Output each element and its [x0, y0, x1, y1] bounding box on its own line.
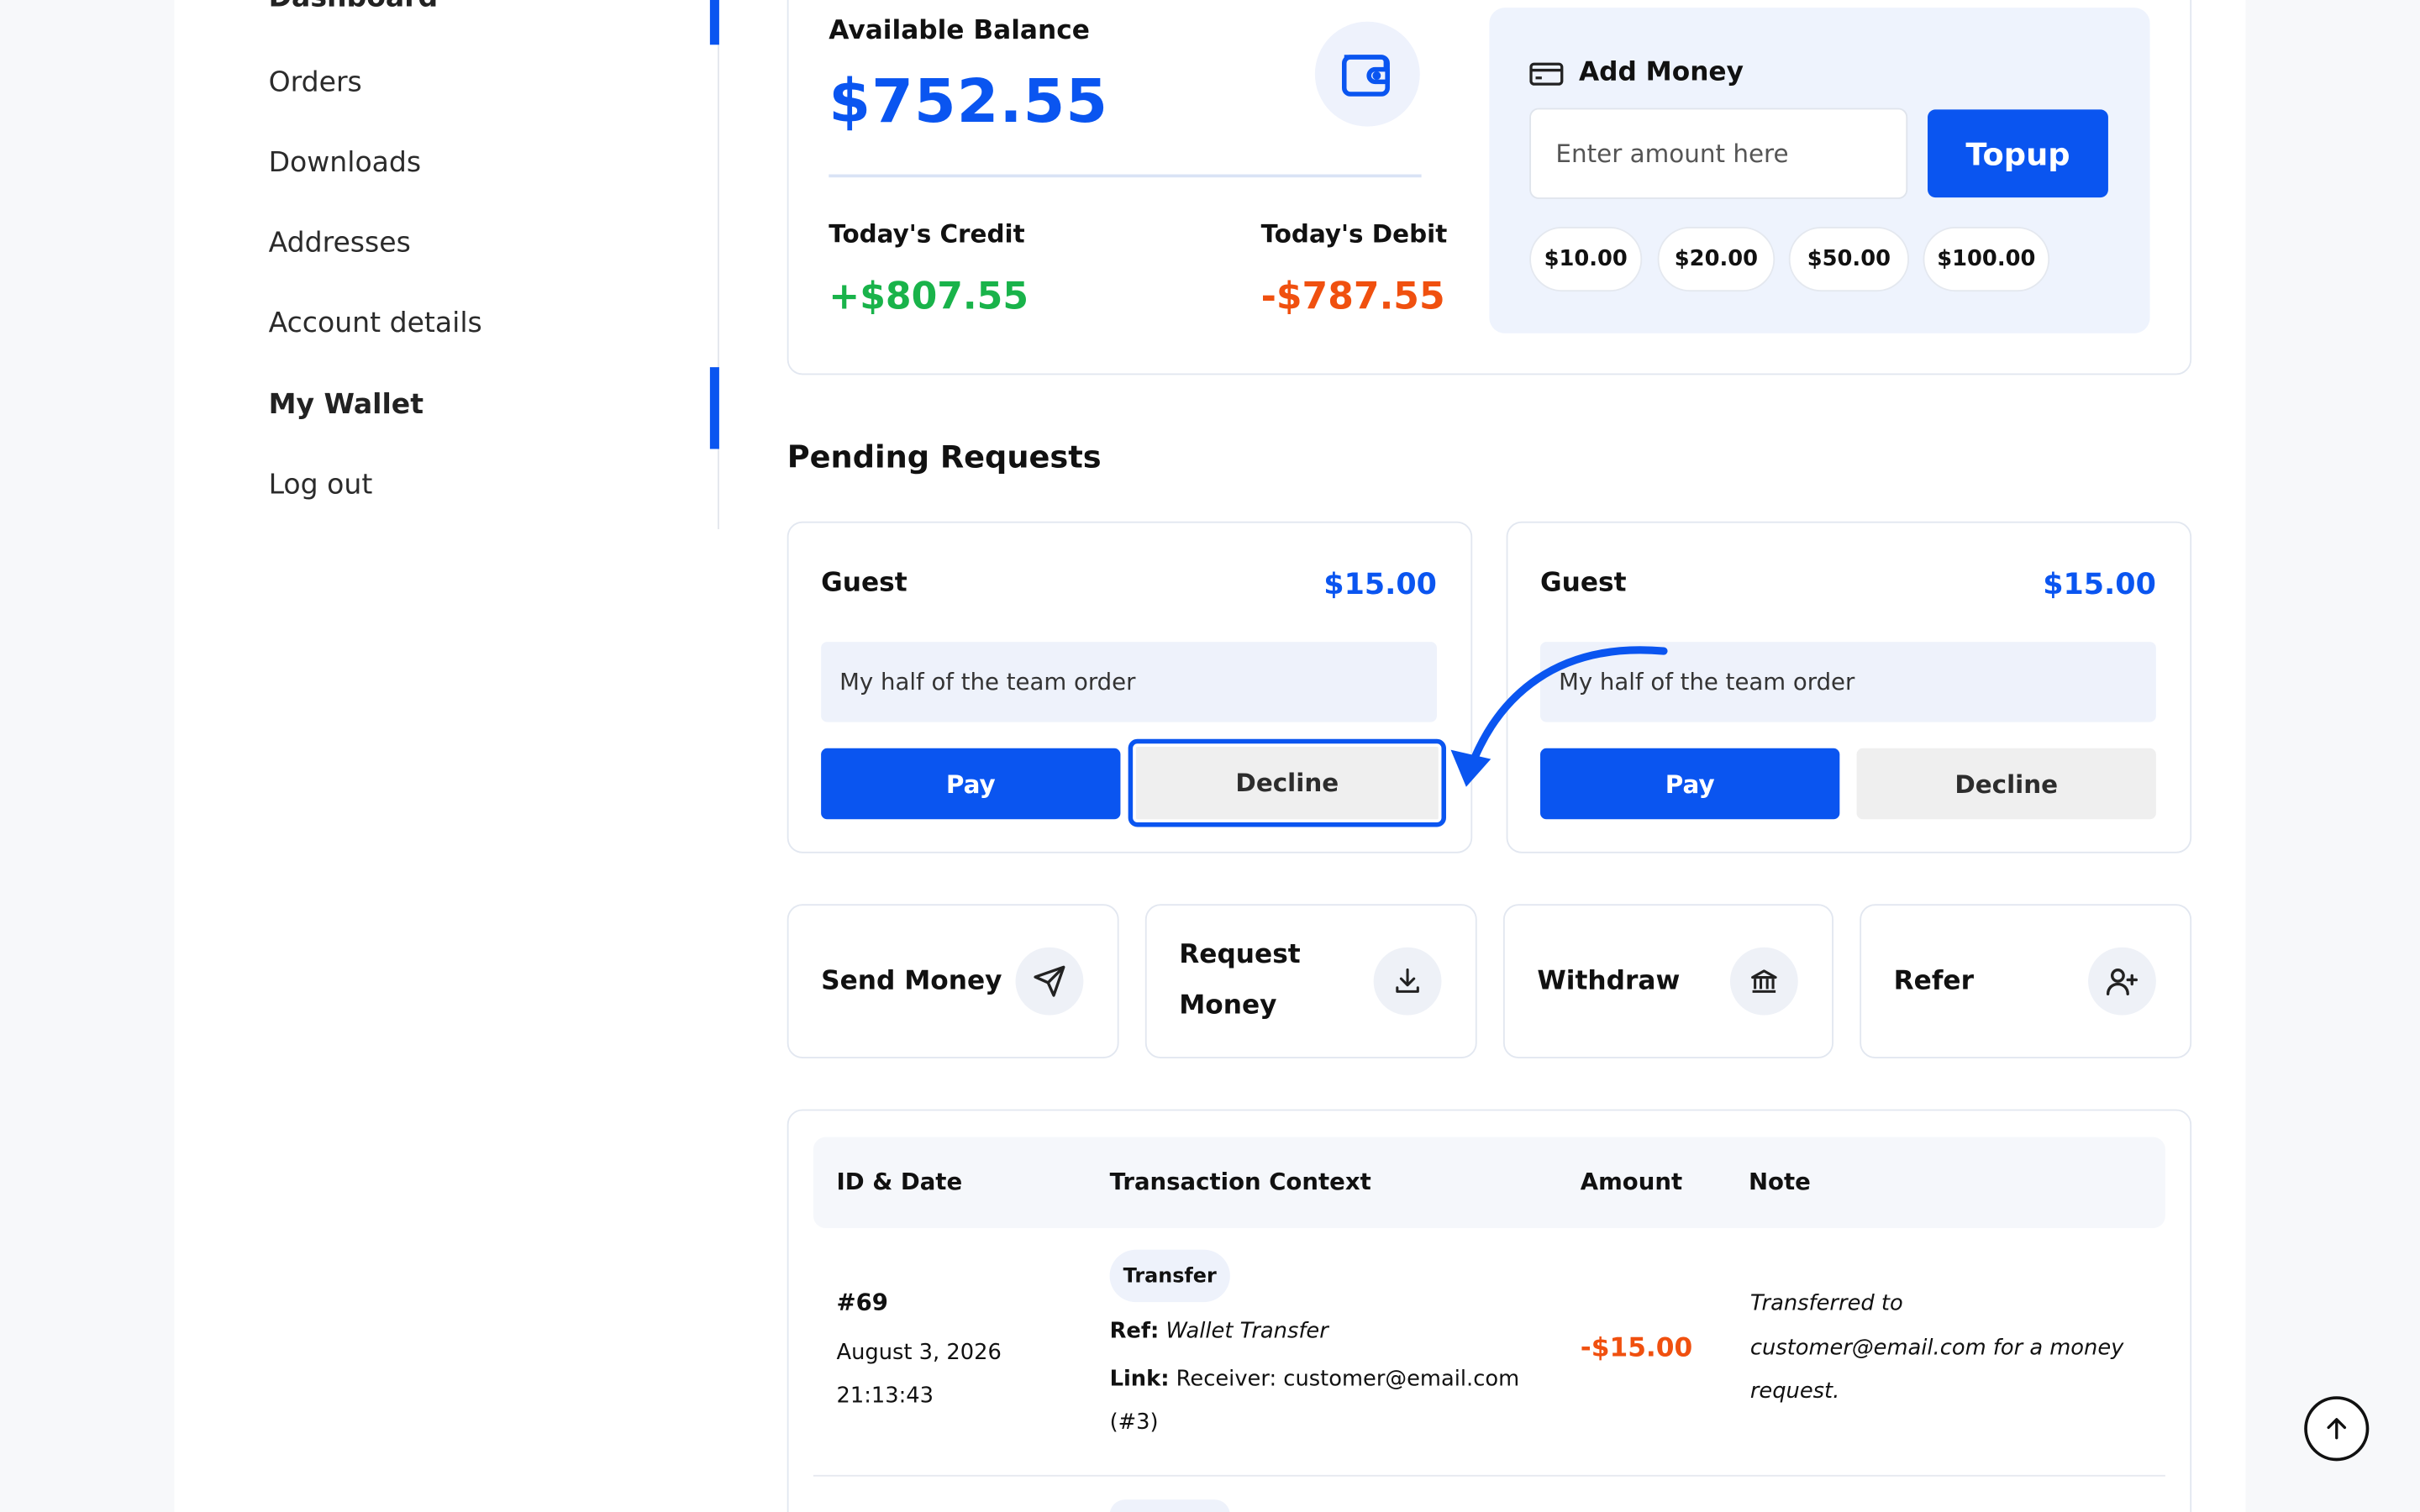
todays-debit-value: -$787.55: [1260, 274, 1445, 318]
preset-amount-10[interactable]: $10.00: [1529, 226, 1643, 292]
sidebar-item-addresses[interactable]: Addresses: [269, 227, 411, 260]
row-divider: [813, 1474, 2165, 1477]
request-amount: $15.00: [1323, 567, 1437, 602]
decline-button[interactable]: Decline: [1856, 748, 2156, 820]
column-header-context: Transaction Context: [1109, 1168, 1371, 1196]
sidebar-marker-active: [709, 367, 719, 449]
send-money-label: Send Money: [821, 965, 1002, 997]
scroll-to-top-button[interactable]: [2304, 1396, 2370, 1462]
annotation-arrow: [1450, 646, 1668, 787]
transaction-type-badge: Transfer: [1109, 1249, 1230, 1303]
wallet-icon: [1314, 21, 1420, 127]
sidebar-item-account-details[interactable]: Account details: [269, 307, 482, 340]
requester-name: Guest: [1540, 567, 1627, 599]
transaction-ref: Ref: Wallet Transfer: [1110, 1319, 1328, 1343]
transaction-note-line2: customer@email.com for a money: [1749, 1336, 2124, 1361]
table-header: [813, 1137, 2165, 1229]
bank-icon: [1729, 947, 1798, 1016]
link-value: Receiver: customer@email.com: [1176, 1367, 1520, 1392]
transaction-note-line1: Transferred to: [1749, 1291, 1903, 1316]
transaction-link: Link: Receiver: customer@email.com: [1110, 1367, 1520, 1391]
ref-label: Ref:: [1109, 1319, 1160, 1344]
column-header-amount: Amount: [1580, 1168, 1683, 1196]
preset-amount-20[interactable]: $20.00: [1657, 226, 1776, 292]
decline-button[interactable]: Decline: [1128, 738, 1446, 827]
sidebar-item-my-wallet[interactable]: My Wallet: [269, 389, 424, 422]
sidebar-marker-dashboard: [709, 0, 719, 45]
requester-name: Guest: [821, 567, 908, 599]
download-icon: [1373, 947, 1442, 1016]
link-label: Link:: [1109, 1367, 1170, 1392]
request-money-label-line1: Request: [1179, 939, 1301, 971]
available-balance-amount: $752.55: [829, 67, 1109, 138]
send-icon: [1015, 947, 1084, 1016]
sidebar-divider: [718, 0, 719, 529]
todays-credit-value: +$807.55: [829, 274, 1029, 318]
add-money-title: Add Money: [1578, 56, 1744, 88]
arrow-up-icon: [2327, 1418, 2347, 1440]
todays-credit-label: Today's Credit: [829, 218, 1025, 249]
withdraw-label: Withdraw: [1537, 965, 1681, 997]
transaction-id: #69: [836, 1288, 888, 1316]
topup-button[interactable]: Topup: [1928, 109, 2108, 198]
sidebar-item-dashboard[interactable]: Dashboard: [269, 0, 439, 14]
pay-button[interactable]: Pay: [821, 748, 1121, 820]
request-amount: $15.00: [2043, 567, 2156, 602]
transaction-amount: -$15.00: [1580, 1332, 1693, 1364]
sidebar-item-downloads[interactable]: Downloads: [269, 146, 422, 179]
user-plus-icon: [2088, 947, 2156, 1016]
column-header-id-date: ID & Date: [836, 1168, 963, 1196]
transaction-time: 21:13:43: [836, 1383, 934, 1409]
ref-value: Wallet Transfer: [1165, 1319, 1328, 1344]
refer-label: Refer: [1893, 965, 1975, 997]
sidebar-item-orders[interactable]: Orders: [269, 66, 362, 99]
sidebar-item-log-out[interactable]: Log out: [269, 469, 373, 501]
todays-debit-label: Today's Debit: [1260, 218, 1448, 249]
pending-requests-title: Pending Requests: [786, 438, 1102, 475]
topup-amount-input[interactable]: [1529, 108, 1908, 199]
request-money-label-line2: Money: [1179, 990, 1277, 1021]
column-header-note: Note: [1748, 1168, 1811, 1196]
transaction-note-line3: request.: [1749, 1379, 1840, 1404]
transaction-date: August 3, 2026: [836, 1341, 1002, 1366]
preset-amount-50[interactable]: $50.00: [1788, 226, 1909, 292]
card-icon: [1529, 61, 1564, 92]
preset-amount-100[interactable]: $100.00: [1923, 226, 2050, 292]
balance-divider: [829, 174, 1422, 178]
transaction-link-ref: (#3): [1109, 1410, 1159, 1436]
available-balance-label: Available Balance: [829, 15, 1090, 47]
request-note: My half of the team order: [821, 642, 1437, 722]
next-row-badge-partial: [1109, 1499, 1230, 1512]
